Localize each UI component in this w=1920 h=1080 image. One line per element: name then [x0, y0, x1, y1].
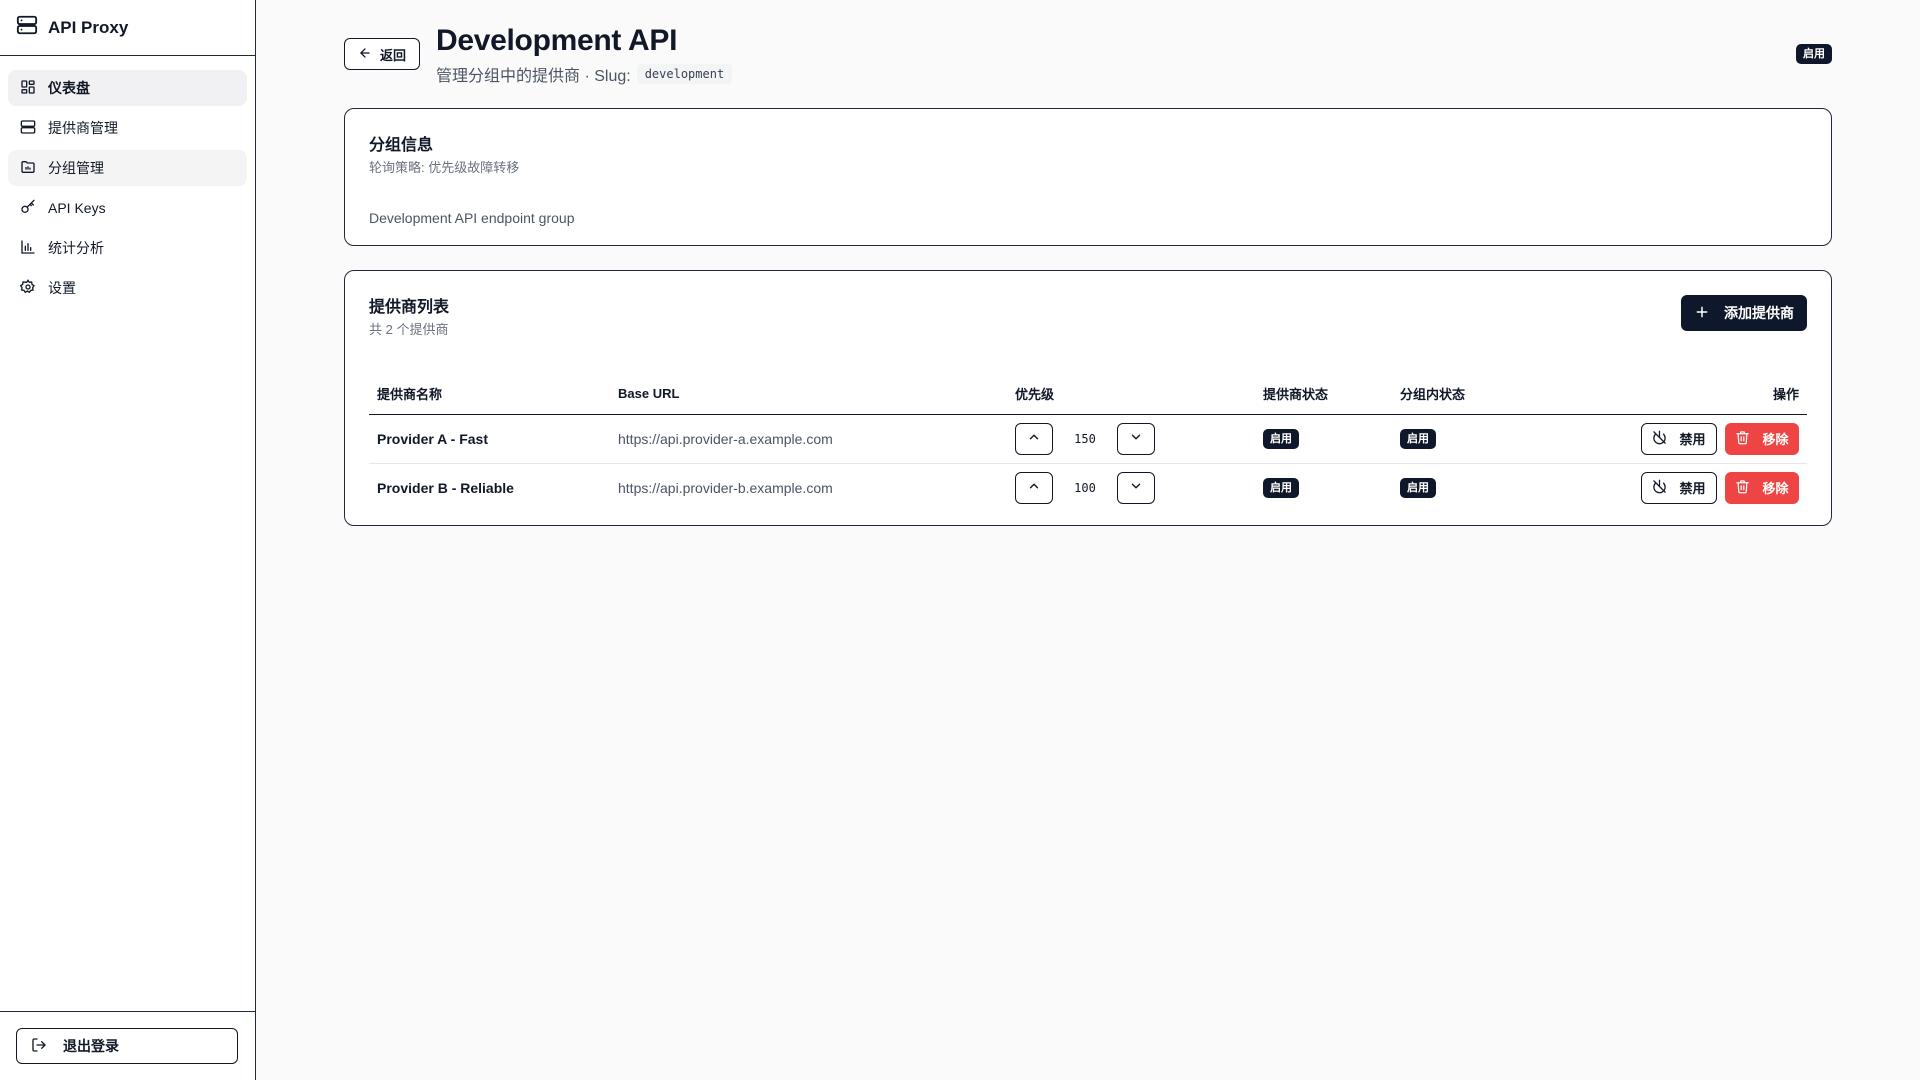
- provider-name: Provider A - Fast: [369, 414, 610, 464]
- priority-down-button[interactable]: [1117, 422, 1155, 455]
- app-name: API Proxy: [48, 17, 129, 37]
- disable-button[interactable]: 禁用: [1641, 422, 1717, 455]
- power-off-icon: [1652, 479, 1667, 497]
- chevron-up-icon: [1027, 479, 1041, 496]
- logout-label: 退出登录: [63, 1038, 119, 1054]
- add-provider-button[interactable]: 添加提供商: [1681, 295, 1807, 331]
- chevron-up-icon: [1027, 430, 1041, 447]
- power-off-icon: [1652, 430, 1667, 448]
- provider-url: https://api.provider-a.example.com: [610, 414, 1007, 464]
- page-subtitle: 管理分组中的提供商 · Slug: development: [436, 62, 733, 86]
- priority-cell: 100: [1007, 463, 1255, 512]
- in-group-status-badge: 启用: [1400, 428, 1436, 449]
- group-info-strategy: 轮询策略: 优先级故障转移: [369, 160, 520, 175]
- sidebar-item-label: 设置: [48, 280, 76, 296]
- arrow-left-icon: [358, 46, 372, 63]
- sidebar-nav: 仪表盘 提供商管理 分组管理 API Keys 统计分析 设置: [0, 56, 255, 320]
- priority-down-button[interactable]: [1117, 471, 1155, 504]
- provider-status-badge: 启用: [1263, 477, 1299, 498]
- sidebar-footer: 退出登录: [0, 1011, 255, 1080]
- main-content: 返回 Development API 管理分组中的提供商 · Slug: dev…: [344, 0, 1832, 550]
- remove-label: 移除: [1762, 432, 1789, 447]
- provider-status-cell: 启用: [1255, 463, 1392, 512]
- group-info-card: 分组信息 轮询策略: 优先级故障转移 Development API endpo…: [344, 108, 1832, 246]
- sidebar-item-api-keys[interactable]: API Keys: [8, 190, 247, 226]
- plus-icon: [1694, 304, 1710, 323]
- providers-table: 提供商名称 Base URL 优先级 提供商状态 分组内状态 操作 Provid…: [369, 374, 1807, 512]
- server-icon: [20, 119, 36, 138]
- provider-name: Provider B - Reliable: [377, 479, 514, 496]
- group-status-cell: 启用: [1392, 463, 1542, 512]
- folder-icon: [20, 159, 36, 178]
- brand: API Proxy: [0, 0, 255, 56]
- in-group-status-badge: 启用: [1400, 477, 1436, 498]
- provider-status-badge: 启用: [1263, 428, 1299, 449]
- back-label: 返回: [379, 47, 406, 63]
- sidebar-item-label: 提供商管理: [48, 120, 118, 136]
- remove-label: 移除: [1762, 481, 1789, 497]
- sidebar-item-analytics[interactable]: 统计分析: [8, 230, 247, 266]
- providers-title: 提供商列表: [369, 299, 450, 316]
- actions-cell: 禁用 移除: [1542, 414, 1807, 464]
- bar-chart-icon: [20, 239, 36, 258]
- priority-up-button[interactable]: [1015, 422, 1053, 455]
- priority-value: 150: [1074, 431, 1096, 446]
- col-name: 提供商名称: [369, 374, 610, 415]
- remove-button[interactable]: 移除: [1725, 422, 1799, 455]
- dashboard-icon: [20, 79, 36, 98]
- priority-stepper: 150: [1015, 422, 1247, 455]
- col-group-status: 分组内状态: [1392, 374, 1542, 415]
- disable-label: 禁用: [1679, 481, 1706, 497]
- sidebar-item-label: 仪表盘: [48, 80, 90, 96]
- remove-button[interactable]: 移除: [1725, 471, 1799, 504]
- logout-button[interactable]: 退出登录: [16, 1028, 238, 1064]
- chevron-down-icon: [1129, 430, 1143, 447]
- priority-value: 100: [1074, 480, 1096, 495]
- subtitle-text: 管理分组中的提供商 · Slug:: [436, 68, 631, 85]
- provider-status-cell: 启用: [1255, 414, 1392, 464]
- key-icon: [20, 199, 36, 218]
- sidebar-item-label: API Keys: [48, 200, 106, 216]
- trash-icon: [1735, 479, 1750, 497]
- slug-value: development: [636, 64, 733, 84]
- col-actions: 操作: [1542, 374, 1807, 415]
- logout-icon: [31, 1037, 47, 1056]
- table-row: Provider A - Fast https://api.provider-a…: [369, 414, 1807, 464]
- providers-count: 共 2 个提供商: [369, 322, 449, 337]
- col-priority: 优先级: [1007, 374, 1255, 415]
- group-status-cell: 启用: [1392, 414, 1542, 464]
- sidebar-item-label: 统计分析: [48, 240, 104, 256]
- group-status-badge: 启用: [1796, 44, 1832, 64]
- sidebar-item-dashboard[interactable]: 仪表盘: [8, 70, 247, 106]
- priority-up-button[interactable]: [1015, 471, 1053, 504]
- col-status: 提供商状态: [1255, 374, 1392, 415]
- trash-icon: [1735, 430, 1750, 448]
- disable-label: 禁用: [1679, 432, 1706, 447]
- add-provider-label: 添加提供商: [1724, 305, 1794, 321]
- group-info-title: 分组信息: [369, 137, 434, 154]
- sidebar-item-label: 分组管理: [48, 160, 104, 176]
- sidebar: API Proxy 仪表盘 提供商管理 分组管理 API Keys 统计分析 设…: [0, 0, 256, 1080]
- back-button[interactable]: 返回: [344, 38, 420, 70]
- actions-cell: 禁用 移除: [1542, 463, 1807, 512]
- table-header-row: 提供商名称 Base URL 优先级 提供商状态 分组内状态 操作: [369, 374, 1807, 415]
- group-description: Development API endpoint group: [369, 210, 575, 226]
- chevron-down-icon: [1129, 479, 1143, 496]
- providers-card: 提供商列表 共 2 个提供商 添加提供商 提供商名称 Base URL 优先级 …: [344, 270, 1832, 526]
- disable-button[interactable]: 禁用: [1641, 471, 1717, 504]
- server-stack-icon: [16, 14, 38, 41]
- sidebar-item-providers[interactable]: 提供商管理: [8, 110, 247, 146]
- table-row: Provider B - Reliable https://api.provid…: [369, 463, 1807, 512]
- col-url: Base URL: [610, 374, 1007, 415]
- gear-icon: [19, 278, 36, 298]
- sidebar-item-groups[interactable]: 分组管理: [8, 150, 247, 186]
- priority-cell: 150: [1007, 414, 1255, 464]
- page-header: 返回 Development API 管理分组中的提供商 · Slug: dev…: [344, 0, 1832, 108]
- priority-stepper: 100: [1015, 471, 1247, 504]
- sidebar-item-settings[interactable]: 设置: [8, 270, 247, 306]
- provider-url: https://api.provider-b.example.com: [618, 479, 833, 496]
- page-title: Development API: [436, 24, 678, 57]
